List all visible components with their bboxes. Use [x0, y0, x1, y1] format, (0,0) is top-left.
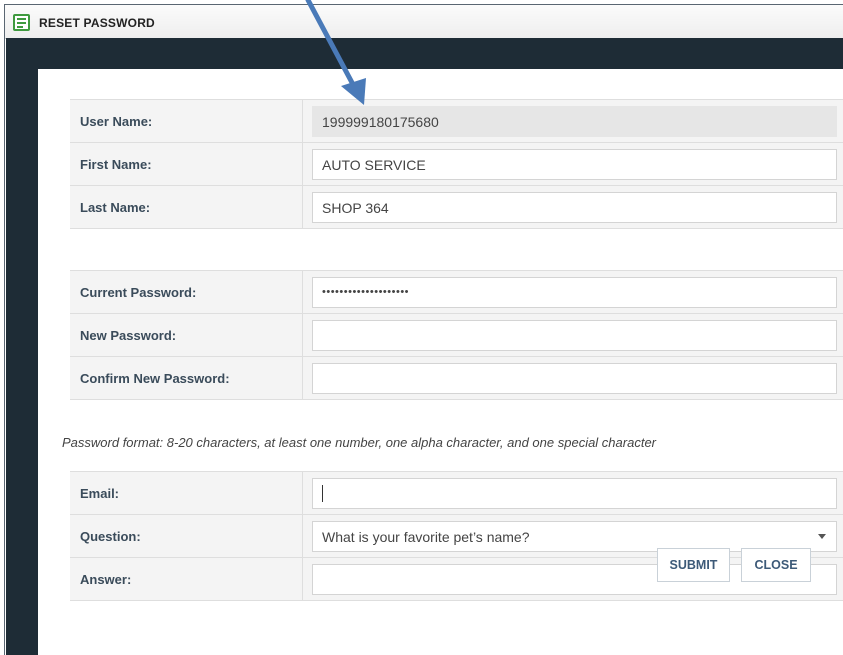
- arrow-head-icon: [341, 78, 366, 105]
- annotation-arrow: [305, 0, 366, 105]
- arrow-shaft: [305, 0, 360, 95]
